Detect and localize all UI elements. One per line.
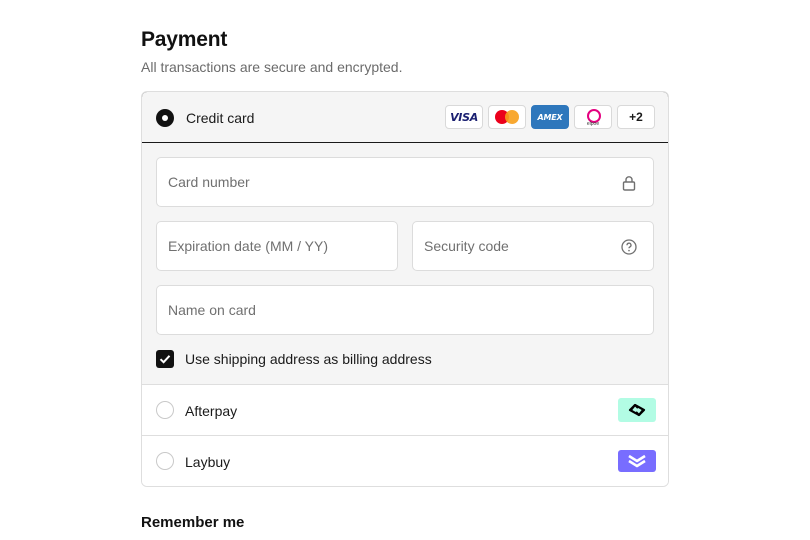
mastercard-icon: [488, 105, 526, 129]
lock-icon: [622, 176, 636, 191]
name-on-card-field-wrapper: [156, 285, 654, 335]
checkmark-icon: [159, 355, 171, 364]
page-subtitle: All transactions are secure and encrypte…: [141, 59, 403, 75]
laybuy-radio[interactable]: [156, 452, 174, 470]
credit-card-label: Credit card: [186, 110, 255, 126]
card-number-input[interactable]: [157, 158, 653, 206]
expiration-field-wrapper: [156, 221, 398, 271]
name-on-card-input[interactable]: [157, 286, 653, 334]
more-cards-badge: +2: [617, 105, 655, 129]
afterpay-radio[interactable]: [156, 401, 174, 419]
afterpay-label: Afterpay: [185, 403, 238, 419]
billing-address-label: Use shipping address as billing address: [185, 351, 432, 367]
laybuy-label: Laybuy: [185, 454, 231, 470]
expiration-date-input[interactable]: [157, 222, 397, 270]
elpoe-icon: elpoe: [574, 105, 612, 129]
amex-icon: AMEX: [531, 105, 569, 129]
payment-option-afterpay[interactable]: Afterpay: [142, 385, 668, 436]
security-code-field-wrapper: [412, 221, 654, 271]
visa-icon: VISA: [445, 105, 483, 129]
laybuy-icon: [618, 450, 656, 472]
payment-option-credit-card[interactable]: Credit card VISA AMEX elpoe +2: [142, 92, 668, 143]
credit-card-form: Use shipping address as billing address: [142, 143, 668, 385]
card-logos: VISA AMEX elpoe +2: [445, 105, 655, 129]
card-number-field-wrapper: [156, 157, 654, 207]
billing-address-checkbox[interactable]: [156, 350, 174, 368]
security-code-input[interactable]: [413, 222, 653, 270]
payment-methods-group: Credit card VISA AMEX elpoe +2 Card numb…: [141, 91, 669, 487]
page-title: Payment: [141, 28, 228, 51]
credit-card-radio[interactable]: [156, 109, 174, 127]
payment-option-laybuy[interactable]: Laybuy: [142, 436, 668, 486]
afterpay-icon: [618, 398, 656, 422]
remember-me-heading: Remember me: [141, 514, 245, 531]
help-circle-icon[interactable]: [621, 239, 637, 255]
